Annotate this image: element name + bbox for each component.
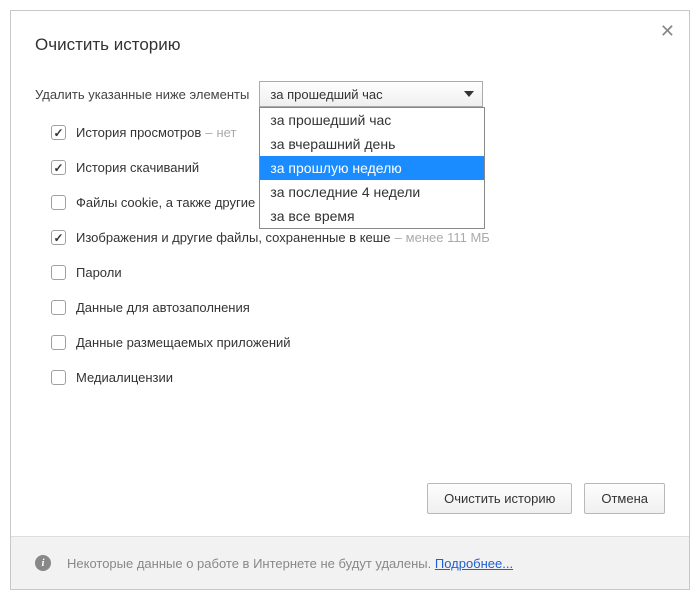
close-icon[interactable]: ✕ bbox=[660, 21, 675, 42]
list-item: Изображения и другие файлы, сохраненные … bbox=[51, 230, 665, 245]
checkbox-cached-images[interactable] bbox=[51, 230, 66, 245]
learn-more-link[interactable]: Подробнее... bbox=[435, 556, 513, 571]
dropdown-item-hour[interactable]: за прошедший час bbox=[260, 108, 484, 132]
item-label: Данные размещаемых приложений bbox=[76, 335, 291, 350]
dialog-content: Очистить историю Удалить указанные ниже … bbox=[11, 11, 689, 483]
clear-history-dialog: ✕ Очистить историю Удалить указанные ниж… bbox=[10, 10, 690, 590]
time-range-row: Удалить указанные ниже элементы за проше… bbox=[35, 81, 665, 107]
list-item: Данные размещаемых приложений bbox=[51, 335, 665, 350]
checkbox-browsing-history[interactable] bbox=[51, 125, 66, 140]
footer-text: Некоторые данные о работе в Интернете не… bbox=[67, 556, 513, 571]
item-label: Данные для автозаполнения bbox=[76, 300, 250, 315]
dropdown-item-4weeks[interactable]: за последние 4 недели bbox=[260, 180, 484, 204]
clear-button[interactable]: Очистить историю bbox=[427, 483, 572, 514]
dialog-footer: i Некоторые данные о работе в Интернете … bbox=[11, 536, 689, 589]
dialog-buttons: Очистить историю Отмена bbox=[11, 483, 689, 536]
dropdown-item-week[interactable]: за прошлую неделю bbox=[260, 156, 484, 180]
dropdown-item-all[interactable]: за все время bbox=[260, 204, 484, 228]
info-icon: i bbox=[35, 555, 51, 571]
time-range-dropdown: за прошедший час за вчерашний день за пр… bbox=[259, 107, 485, 229]
checkbox-autofill[interactable] bbox=[51, 300, 66, 315]
dropdown-item-day[interactable]: за вчерашний день bbox=[260, 132, 484, 156]
item-label: Файлы cookie, а также другие д bbox=[76, 195, 266, 210]
dash: – bbox=[205, 125, 212, 140]
item-label: История просмотров bbox=[76, 125, 201, 140]
time-range-label: Удалить указанные ниже элементы bbox=[35, 87, 249, 102]
list-item: Данные для автозаполнения bbox=[51, 300, 665, 315]
footer-message: Некоторые данные о работе в Интернете не… bbox=[67, 556, 435, 571]
checkbox-passwords[interactable] bbox=[51, 265, 66, 280]
page-title: Очистить историю bbox=[35, 35, 665, 55]
chevron-down-icon bbox=[464, 91, 474, 97]
dash: – bbox=[394, 230, 401, 245]
item-label: История скачиваний bbox=[76, 160, 199, 175]
checkbox-hosted-apps[interactable] bbox=[51, 335, 66, 350]
checkbox-cookies[interactable] bbox=[51, 195, 66, 210]
time-range-select[interactable]: за прошедший час за прошедший час за вче… bbox=[259, 81, 483, 107]
cancel-button[interactable]: Отмена bbox=[584, 483, 665, 514]
checkbox-download-history[interactable] bbox=[51, 160, 66, 175]
item-label: Медиалицензии bbox=[76, 370, 173, 385]
checkbox-media-licenses[interactable] bbox=[51, 370, 66, 385]
item-label: Пароли bbox=[76, 265, 122, 280]
time-range-value: за прошедший час bbox=[270, 87, 382, 102]
list-item: Пароли bbox=[51, 265, 665, 280]
item-suffix: нет bbox=[216, 125, 236, 140]
list-item: Медиалицензии bbox=[51, 370, 665, 385]
item-label: Изображения и другие файлы, сохраненные … bbox=[76, 230, 390, 245]
item-suffix: менее 111 МБ bbox=[406, 230, 490, 245]
